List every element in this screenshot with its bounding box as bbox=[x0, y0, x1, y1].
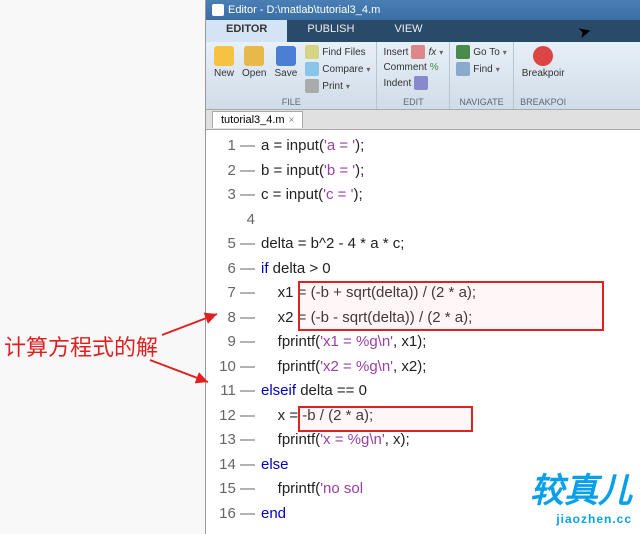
ribbon: New Open Save Find Files Compare▾ Print▾… bbox=[206, 42, 640, 110]
new-file-icon bbox=[214, 46, 234, 66]
goto-button[interactable]: Go To▾ bbox=[454, 44, 509, 60]
window-title: Editor - D:\matlab\tutorial3_4.m bbox=[228, 4, 380, 16]
file-tab-bar: tutorial3_4.m × bbox=[206, 110, 640, 130]
open-button[interactable]: Open bbox=[238, 44, 270, 94]
breakpoint-icon bbox=[533, 46, 553, 66]
indent-button[interactable]: Indent bbox=[381, 75, 445, 91]
ribbon-group-label: FILE bbox=[210, 95, 372, 107]
editor-window: Editor - D:\matlab\tutorial3_4.m EDITOR … bbox=[205, 0, 640, 534]
ribbon-group-label: BREAKPOI bbox=[518, 95, 569, 107]
file-tab[interactable]: tutorial3_4.m × bbox=[212, 111, 303, 128]
breakpoints-button[interactable]: Breakpoir bbox=[518, 44, 569, 81]
find-files-icon bbox=[305, 45, 319, 59]
watermark-text: 较真儿 bbox=[530, 463, 632, 512]
goto-arrow-icon bbox=[456, 45, 470, 59]
tab-editor[interactable]: EDITOR bbox=[206, 20, 287, 42]
save-disk-icon bbox=[276, 46, 296, 66]
save-button[interactable]: Save bbox=[270, 44, 301, 94]
find-files-button[interactable]: Find Files bbox=[303, 44, 372, 60]
compare-icon bbox=[305, 62, 319, 76]
ribbon-group-file: New Open Save Find Files Compare▾ Print▾… bbox=[206, 42, 377, 109]
annotation-text: 计算方程式的解 bbox=[4, 330, 158, 362]
ribbon-group-label: NAVIGATE bbox=[454, 95, 509, 107]
tab-publish[interactable]: PUBLISH bbox=[287, 20, 374, 42]
app-icon bbox=[212, 4, 224, 16]
compare-button[interactable]: Compare▾ bbox=[303, 61, 372, 77]
comment-button[interactable]: Comment % bbox=[381, 61, 445, 74]
open-folder-icon bbox=[244, 46, 264, 66]
ribbon-group-navigate: Go To▾ Find▾ NAVIGATE bbox=[450, 42, 514, 109]
title-bar: Editor - D:\matlab\tutorial3_4.m bbox=[206, 0, 640, 20]
watermark-url: jiaozhen.cc bbox=[530, 512, 632, 526]
ribbon-group-edit: Insert fx▾ Comment % Indent EDIT bbox=[377, 42, 450, 109]
ribbon-group-breakpoints: Breakpoir BREAKPOI bbox=[514, 42, 573, 109]
magnifier-icon bbox=[456, 62, 470, 76]
tab-view[interactable]: VIEW bbox=[374, 20, 442, 42]
chevron-down-icon: ▾ bbox=[346, 82, 350, 91]
section-icon bbox=[411, 45, 425, 59]
watermark: 较真儿 jiaozhen.cc bbox=[530, 463, 632, 526]
chevron-down-icon: ▾ bbox=[496, 65, 500, 74]
chevron-down-icon: ▾ bbox=[439, 48, 443, 57]
line-gutter: 1 —2 —3 —45 —6 —7 —8 —9 —10 —11 —12 —13 … bbox=[206, 130, 261, 534]
new-button[interactable]: New bbox=[210, 44, 238, 94]
insert-button[interactable]: Insert fx▾ bbox=[381, 44, 445, 60]
find-button[interactable]: Find▾ bbox=[454, 61, 509, 77]
close-tab-icon[interactable]: × bbox=[289, 115, 295, 126]
indent-icon bbox=[414, 76, 428, 90]
file-tab-name: tutorial3_4.m bbox=[221, 114, 285, 126]
ribbon-group-label: EDIT bbox=[381, 95, 445, 107]
chevron-down-icon: ▾ bbox=[503, 48, 507, 57]
chevron-down-icon: ▾ bbox=[366, 65, 370, 74]
print-icon bbox=[305, 79, 319, 93]
print-button[interactable]: Print▾ bbox=[303, 78, 372, 94]
